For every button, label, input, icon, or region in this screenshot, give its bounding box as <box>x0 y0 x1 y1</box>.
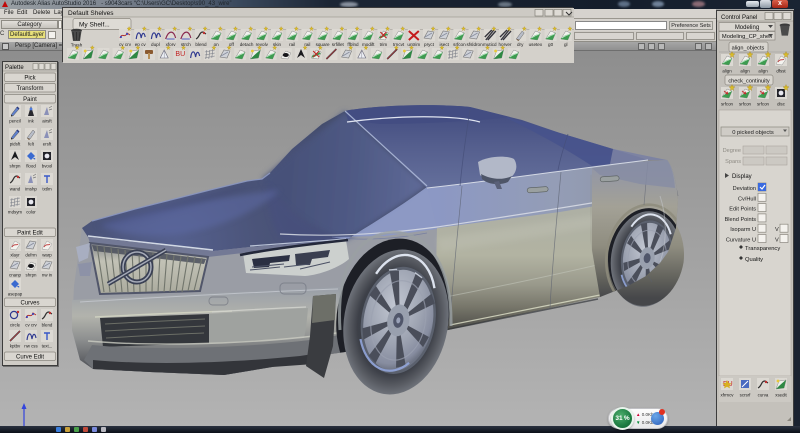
svg-text:srfillet: srfillet <box>332 42 345 47</box>
svg-text:Edit Points: Edit Points <box>729 207 756 213</box>
svg-text:BU: BU <box>175 51 185 58</box>
svg-text:xsedit: xsedit <box>775 393 787 398</box>
svg-text:Curvature U: Curvature U <box>726 238 756 244</box>
svg-text:nw in: nw in <box>42 273 53 278</box>
svg-text:untrim: untrim <box>407 42 420 47</box>
svg-text:dfsst: dfsst <box>776 69 786 74</box>
svg-text:detach: detach <box>240 42 254 47</box>
svg-text:ink: ink <box>28 119 34 124</box>
svg-text:Cv/Hull: Cv/Hull <box>738 196 756 202</box>
svg-text:srfcon: srfcon <box>721 102 734 107</box>
svg-text:check_continuity: check_continuity <box>728 79 770 85</box>
svg-text:scrsrf: scrsrf <box>740 393 752 398</box>
svg-text:wand: wand <box>10 187 21 192</box>
svg-text:Curves: Curves <box>20 301 39 307</box>
svg-text:gl: gl <box>564 42 568 47</box>
svg-text:bvool: bvool <box>42 164 53 169</box>
svg-text:nw css: nw css <box>24 344 38 349</box>
svg-text:warp: warp <box>42 253 52 258</box>
svg-text:Blend Points: Blend Points <box>725 217 757 223</box>
svg-text:Control Panel: Control Panel <box>721 15 757 21</box>
svg-text:dry: dry <box>517 42 524 47</box>
svg-text:xfrmcv: xfrmcv <box>721 393 735 398</box>
svg-text:Quality: Quality <box>745 257 763 263</box>
svg-text:Paint Edit: Paint Edit <box>17 231 43 237</box>
svg-text:Spans: Spans <box>725 159 741 165</box>
svg-text:sfsldron: sfsldron <box>467 42 484 47</box>
svg-text:blend: blend <box>195 42 207 47</box>
svg-text:asepap: asepap <box>8 292 23 297</box>
svg-text:curva: curva <box>758 393 769 398</box>
svg-text:xlayr: xlayr <box>10 253 20 258</box>
svg-text:airsft: airsft <box>42 119 52 124</box>
svg-text:dupl: dupl <box>151 42 160 47</box>
svg-text:txtlm: txtlm <box>42 187 52 192</box>
svg-text:V: V <box>775 227 779 233</box>
svg-text:muticd: muticd <box>483 42 497 47</box>
svg-text:0 picked objects: 0 picked objects <box>732 130 774 136</box>
svg-text:revolv: revolv <box>256 42 269 47</box>
svg-text:Transparency: Transparency <box>745 246 780 252</box>
svg-text:shrpn: shrpn <box>26 273 38 278</box>
svg-text:modift: modift <box>362 42 375 47</box>
svg-text:cv crv: cv crv <box>25 323 37 328</box>
svg-text:text...: text... <box>42 344 53 349</box>
svg-text:V: V <box>775 238 779 244</box>
svg-text:ffblnd: ffblnd <box>347 42 359 47</box>
svg-text:srfcon: srfcon <box>757 102 770 107</box>
svg-text:g0: g0 <box>548 42 554 47</box>
svg-text:usetex: usetex <box>529 42 543 47</box>
svg-text:align: align <box>758 69 768 74</box>
svg-text:Pick: Pick <box>24 76 36 82</box>
svg-text:rail: rail <box>289 42 295 47</box>
svg-text:cv crv: cv crv <box>119 42 132 47</box>
svg-text:Transform: Transform <box>16 86 43 92</box>
svg-text:pryct: pryct <box>424 42 435 47</box>
svg-text:Display: Display <box>732 174 752 180</box>
svg-text:circle: circle <box>10 323 21 328</box>
svg-text:blend: blend <box>42 323 53 328</box>
svg-text:align: align <box>740 69 750 74</box>
svg-text:disc: disc <box>777 102 786 107</box>
svg-text:srfcon: srfcon <box>453 42 466 47</box>
svg-text:shrpn: shrpn <box>10 164 22 169</box>
svg-text:Modeling_CP_shelf: Modeling_CP_shelf <box>722 34 773 40</box>
svg-text:off: off <box>229 42 235 47</box>
svg-text:mdsym: mdsym <box>8 210 22 215</box>
svg-text:color: color <box>26 210 36 215</box>
svg-text:imshp: imshp <box>25 187 37 192</box>
svg-text:Degree: Degree <box>723 148 741 154</box>
svg-text:skin: skin <box>273 42 282 47</box>
svg-text:Palette: Palette <box>5 65 24 71</box>
svg-text:isect: isect <box>439 42 449 47</box>
svg-text:cnanp: cnanp <box>9 273 22 278</box>
svg-text:align: align <box>722 69 732 74</box>
svg-text:align_objects: align_objects <box>732 46 765 52</box>
svg-text:My Shelf...: My Shelf... <box>79 22 110 29</box>
svg-text:xforv: xforv <box>166 42 177 47</box>
svg-text:ep cv: ep cv <box>135 42 147 47</box>
svg-text:srfcon: srfcon <box>739 102 752 107</box>
svg-text:felt: felt <box>28 142 35 147</box>
svg-text:flood: flood <box>26 164 36 169</box>
svg-text:pencil: pencil <box>9 119 20 124</box>
svg-text:Paint: Paint <box>23 97 37 103</box>
svg-text:pidsft: pidsft <box>10 142 21 147</box>
svg-text:trim: trim <box>380 42 388 47</box>
svg-text:Default Shelves: Default Shelves <box>68 10 114 17</box>
svg-text:strch: strch <box>181 42 191 47</box>
svg-text:Curve Edit: Curve Edit <box>16 355 44 361</box>
svg-text:defrm: defrm <box>25 253 37 258</box>
svg-text:Isoparm U: Isoparm U <box>730 227 756 233</box>
svg-text:kptbv: kptbv <box>10 344 21 349</box>
svg-text:Deviation: Deviation <box>733 186 756 192</box>
svg-text:horver: horver <box>498 42 511 47</box>
svg-text:trncvt: trncvt <box>393 42 405 47</box>
svg-text:ersft: ersft <box>43 142 52 147</box>
svg-text:square: square <box>316 42 330 47</box>
svg-text:Modeling: Modeling <box>735 25 759 31</box>
svg-text:on: on <box>214 42 220 47</box>
